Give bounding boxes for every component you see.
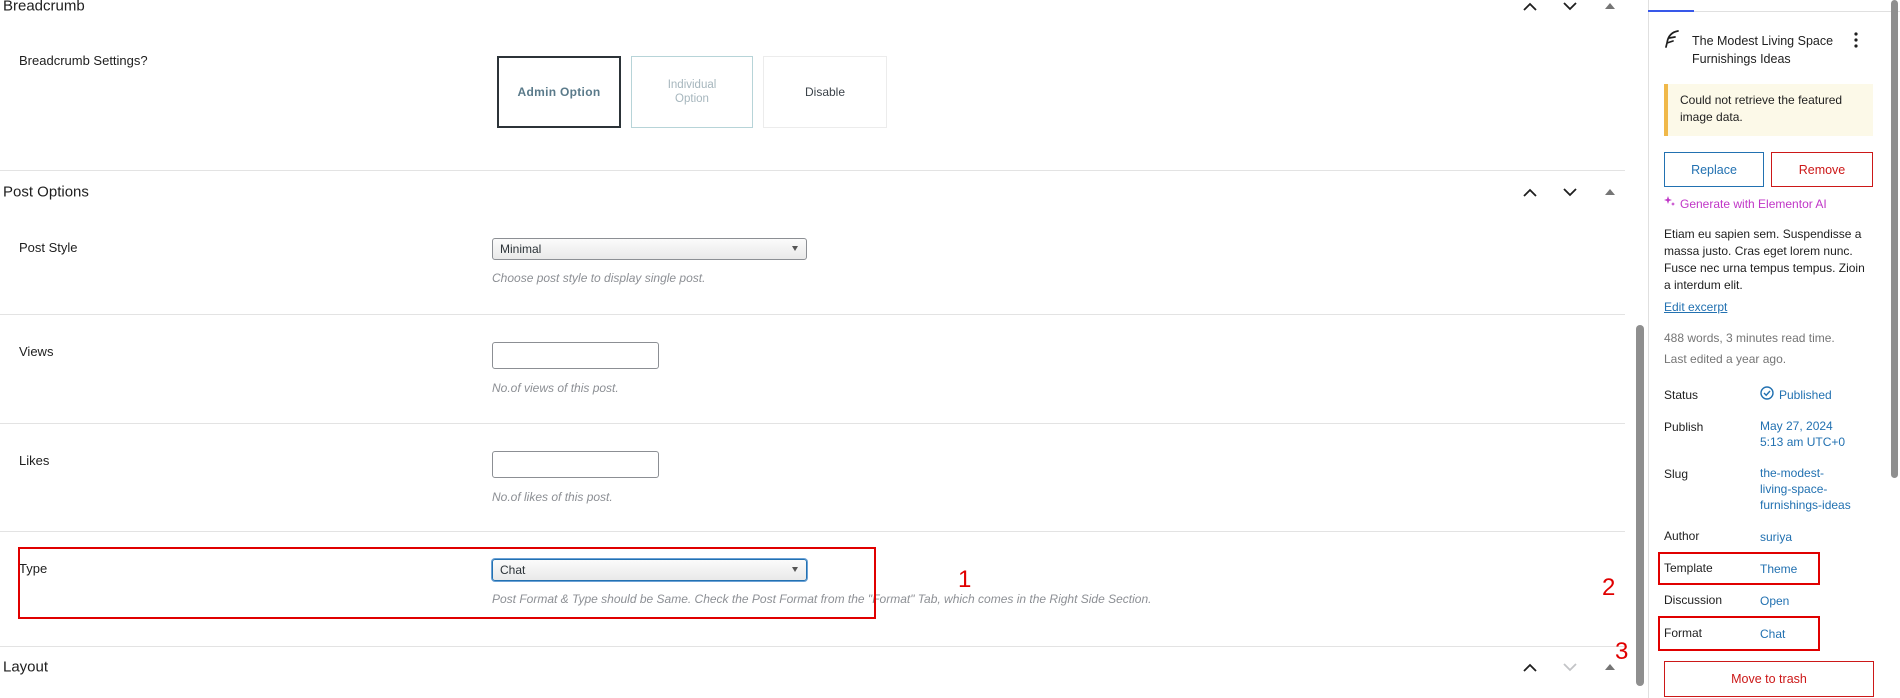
generate-ai-link[interactable]: Generate with Elementor AI: [1664, 196, 1827, 211]
likes-label: Likes: [19, 453, 50, 468]
status-value-button[interactable]: Published: [1760, 386, 1832, 404]
post-excerpt: Etiam eu sapien sem. Suspendisse a massa…: [1664, 227, 1865, 292]
divider: [0, 423, 1625, 424]
chevron-down-icon: [792, 246, 798, 251]
individual-option-button[interactable]: Individual Option: [631, 56, 753, 128]
highlight-box-template: [1658, 552, 1820, 585]
move-up-icon[interactable]: [1519, 656, 1541, 678]
move-down-icon[interactable]: [1559, 656, 1581, 678]
post-style-value: Minimal: [500, 242, 542, 256]
divider: [0, 314, 1625, 315]
annotation-number-1: 1: [958, 566, 972, 593]
move-up-icon[interactable]: [1519, 0, 1541, 17]
collapse-toggle-icon[interactable]: [1599, 181, 1621, 203]
featured-image-error-notice: Could not retrieve the featured image da…: [1664, 84, 1873, 136]
sidebar-active-tab-indicator: [1648, 10, 1694, 12]
generate-ai-label: Generate with Elementor AI: [1680, 196, 1827, 211]
individual-option-label: Individual Option: [667, 79, 717, 105]
post-style-description: Choose post style to display single post…: [492, 271, 706, 285]
move-down-icon[interactable]: [1559, 0, 1581, 17]
slug-label: Slug: [1664, 467, 1689, 481]
post-feather-icon: [1664, 30, 1680, 51]
likes-description: No.of likes of this post.: [492, 490, 613, 504]
edit-excerpt-link[interactable]: Edit excerpt: [1664, 300, 1727, 314]
discussion-value[interactable]: Open: [1760, 593, 1789, 609]
author-label: Author: [1664, 529, 1700, 543]
move-to-trash-button[interactable]: Move to trash: [1664, 661, 1874, 697]
collapse-toggle-icon[interactable]: [1599, 0, 1621, 17]
admin-option-button[interactable]: Admin Option: [497, 56, 621, 128]
post-style-select[interactable]: Minimal: [492, 238, 807, 260]
views-input[interactable]: [492, 342, 659, 369]
author-value[interactable]: suriya: [1760, 529, 1792, 545]
last-edited: Last edited a year ago.: [1664, 352, 1787, 366]
publish-date: May 27, 2024: [1760, 419, 1833, 433]
annotation-number-2: 2: [1602, 574, 1616, 601]
more-options-icon[interactable]: [1854, 32, 1858, 51]
highlight-box-type-row: [18, 547, 876, 619]
annotation-number-3: 3: [1615, 638, 1629, 665]
replace-image-button[interactable]: Replace: [1664, 152, 1764, 187]
move-down-icon[interactable]: [1559, 181, 1581, 203]
slug-button[interactable]: the-modest- living-space- furnishings-id…: [1760, 465, 1851, 513]
remove-image-button[interactable]: Remove: [1771, 152, 1873, 187]
likes-input[interactable]: [492, 451, 659, 478]
layout-section-title: Layout: [3, 658, 49, 676]
sidebar-scrollbar[interactable]: [1891, 0, 1898, 478]
publish-date-button[interactable]: May 27, 2024 5:13 am UTC+0: [1760, 418, 1845, 450]
main-scrollbar[interactable]: [1636, 325, 1644, 686]
views-description: No.of views of this post.: [492, 381, 619, 395]
post-title: The Modest Living Space Furnishings Idea…: [1692, 34, 1834, 66]
divider: [0, 531, 1625, 532]
sparkle-icon: [1664, 196, 1676, 211]
breadcrumb-settings-label: Breadcrumb Settings?: [19, 53, 148, 68]
breadcrumb-section-header[interactable]: Breadcrumb: [0, 0, 1625, 26]
status-value: Published: [1779, 388, 1832, 402]
slug-line: the-modest-: [1760, 466, 1825, 480]
published-check-icon: [1760, 386, 1774, 404]
word-count: 488 words, 3 minutes read time.: [1664, 331, 1835, 345]
post-style-label: Post Style: [19, 240, 78, 255]
slug-line: furnishings-ideas: [1760, 498, 1851, 512]
layout-section-header[interactable]: Layout: [0, 647, 1625, 687]
views-label: Views: [19, 344, 54, 359]
move-up-icon[interactable]: [1519, 181, 1541, 203]
disable-option-button[interactable]: Disable: [763, 56, 887, 128]
slug-line: living-space-: [1760, 482, 1828, 496]
highlight-box-format: [1658, 616, 1820, 651]
publish-time: 5:13 am UTC+0: [1760, 435, 1846, 449]
post-options-section-header[interactable]: Post Options: [0, 172, 1625, 212]
discussion-label: Discussion: [1664, 593, 1723, 607]
publish-label: Publish: [1664, 420, 1704, 434]
breadcrumb-section-title: Breadcrumb: [3, 0, 85, 15]
divider: [0, 170, 1625, 171]
post-options-section-title: Post Options: [3, 183, 89, 201]
status-label: Status: [1664, 388, 1699, 402]
